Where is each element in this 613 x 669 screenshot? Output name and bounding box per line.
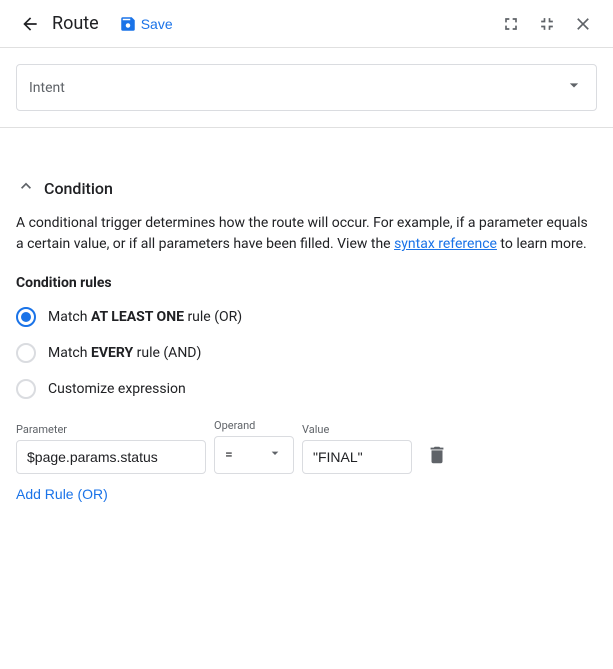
parameter-field-group: Parameter [16, 423, 206, 474]
radio-button-custom[interactable] [16, 379, 36, 399]
save-button[interactable]: Save [111, 11, 181, 37]
radio-button-or[interactable] [16, 307, 36, 327]
save-label: Save [141, 16, 173, 32]
header-icons [497, 10, 597, 38]
operand-field-group: Operand = [214, 419, 294, 474]
value-input[interactable] [302, 440, 412, 474]
description-text-2: to learn more. [497, 236, 587, 252]
spacer [0, 128, 613, 160]
value-field-group: Value [302, 423, 412, 474]
value-label: Value [302, 423, 412, 436]
radio-group: Match AT LEAST ONE rule (OR) Match EVERY… [16, 307, 597, 399]
intent-arrow-icon [564, 75, 584, 100]
condition-header: Condition [16, 160, 597, 213]
add-rule-button[interactable]: Add Rule (OR) [16, 474, 108, 514]
dropdown-arrow-icon [564, 75, 584, 95]
intent-dropdown[interactable]: Intent [16, 64, 597, 111]
operand-value: = [225, 447, 263, 463]
back-arrow-icon [20, 14, 40, 34]
radio-inner-or [21, 312, 31, 322]
close-icon [573, 14, 593, 34]
syntax-reference-link[interactable]: syntax reference [394, 236, 497, 252]
radio-option-custom[interactable]: Customize expression [16, 379, 597, 399]
save-icon [119, 15, 137, 33]
delete-rule-button[interactable] [420, 438, 454, 472]
operand-chevron-icon [267, 445, 283, 461]
page-title: Route [52, 13, 99, 34]
back-button[interactable] [16, 10, 44, 38]
header: Route Save [0, 0, 613, 48]
close-button[interactable] [569, 10, 597, 38]
parameter-input[interactable] [16, 440, 206, 474]
trash-icon [426, 444, 448, 466]
condition-section: Condition A conditional trigger determin… [0, 160, 613, 530]
radio-option-and[interactable]: Match EVERY rule (AND) [16, 343, 597, 363]
parameter-label: Parameter [16, 423, 206, 436]
operand-label: Operand [214, 419, 294, 432]
condition-rules-label: Condition rules [16, 275, 597, 291]
rule-row: Parameter Operand = Value [16, 419, 597, 474]
condition-title: Condition [44, 179, 113, 198]
chevron-up-icon[interactable] [16, 176, 36, 201]
condition-description: A conditional trigger determines how the… [16, 213, 597, 255]
expand-button[interactable] [497, 10, 525, 38]
radio-button-and[interactable] [16, 343, 36, 363]
radio-label-custom: Customize expression [48, 381, 186, 397]
radio-label-or: Match AT LEAST ONE rule (OR) [48, 309, 242, 325]
compress-icon [537, 14, 557, 34]
radio-label-and: Match EVERY rule (AND) [48, 345, 201, 361]
collapse-button[interactable] [533, 10, 561, 38]
fullscreen-icon [501, 14, 521, 34]
operand-dropdown[interactable]: = [214, 436, 294, 474]
operand-arrow-icon [267, 445, 283, 465]
intent-placeholder: Intent [29, 80, 65, 96]
add-rule-label: Add Rule (OR) [16, 486, 108, 502]
intent-section: Intent [0, 48, 613, 128]
collapse-chevron-icon [16, 176, 36, 196]
radio-option-or[interactable]: Match AT LEAST ONE rule (OR) [16, 307, 597, 327]
